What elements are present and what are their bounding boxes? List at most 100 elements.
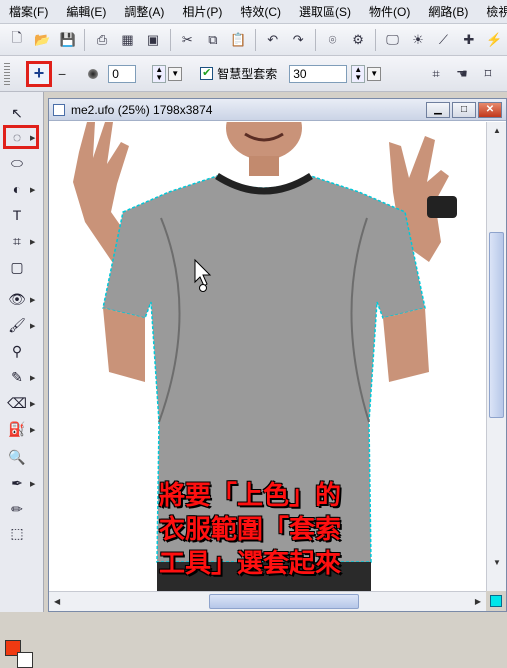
document-title-bar[interactable]: me2.ufo (25%) 1798x3874 ▁ □ ✕ xyxy=(49,99,506,121)
lasso-tool-icon[interactable]: ◌ xyxy=(6,126,28,148)
scan-icon[interactable]: ⎙ xyxy=(91,29,112,51)
smart-lasso-label: 智慧型套索 xyxy=(217,67,278,81)
menu-web[interactable]: 網路(B) xyxy=(419,3,477,20)
scroll-left-icon[interactable]: ◀ xyxy=(54,597,60,606)
document-icon xyxy=(53,103,65,116)
redo-icon[interactable]: ↷ xyxy=(287,29,308,51)
scroll-down-icon[interactable]: ▼ xyxy=(493,558,501,567)
feather-spinner[interactable]: ▲ ▼ xyxy=(152,64,167,83)
menu-selection[interactable]: 選取區(S) xyxy=(290,3,360,20)
eyedropper-tool-arrow-icon[interactable]: ▶ xyxy=(30,480,35,488)
text-tool-icon[interactable]: T xyxy=(6,204,28,226)
tolerance-input[interactable]: 30 xyxy=(289,64,348,83)
close-button[interactable]: ✕ xyxy=(478,101,502,118)
feather-input[interactable]: 0 xyxy=(108,64,137,83)
annotation-line-1: 將要「上色」的 xyxy=(159,481,342,511)
subtract-selection-mode-button[interactable]: − xyxy=(58,66,66,82)
menu-photo[interactable]: 相片(P) xyxy=(173,3,231,20)
vertical-scrollbar[interactable]: ▲ ▼ xyxy=(486,122,506,591)
paste-icon[interactable]: 📋 xyxy=(228,29,249,51)
toolbar-divider xyxy=(169,28,171,51)
brightness-icon[interactable]: ☀ xyxy=(407,29,428,51)
eyedropper-tool-icon[interactable]: ✒ xyxy=(6,472,28,494)
background-color-swatch[interactable] xyxy=(17,652,33,668)
toolbar-grip[interactable] xyxy=(4,62,10,85)
document-window: me2.ufo (25%) 1798x3874 ▁ □ ✕ 將要「上色」的 衣服… xyxy=(48,98,507,612)
cut-icon[interactable]: ✂ xyxy=(177,29,198,51)
menu-effect[interactable]: 特效(C) xyxy=(231,3,290,20)
scroll-up-icon[interactable]: ▲ xyxy=(493,126,501,135)
path-tool-icon[interactable]: ⬚ xyxy=(6,522,28,544)
navigator-icon[interactable] xyxy=(490,595,502,607)
eye-tool-icon[interactable]: 👁 xyxy=(6,288,28,310)
left-arm-shape xyxy=(103,308,145,382)
pick-tool-icon[interactable]: ↖ xyxy=(6,102,28,124)
maximize-button[interactable]: □ xyxy=(452,101,476,118)
brush-tool-icon[interactable]: 🖌 xyxy=(6,314,28,336)
enhance-icon[interactable]: ✚ xyxy=(458,29,479,51)
neck-shape xyxy=(249,156,279,176)
ellipse-tool-arrow-icon[interactable]: ▶ xyxy=(30,186,35,194)
paint-tool-icon[interactable]: ✎ xyxy=(6,366,28,388)
crop-tool-icon[interactable]: ⌗ xyxy=(6,230,28,252)
copy-icon[interactable]: ⧉ xyxy=(202,29,223,51)
zoom-tool-icon[interactable]: 🔍 xyxy=(6,446,28,468)
curve-icon[interactable]: ⟋ xyxy=(433,29,454,51)
watch-shape xyxy=(427,196,457,218)
menu-file[interactable]: 檔案(F) xyxy=(0,3,57,20)
settings-icon[interactable]: ⚙ xyxy=(347,29,368,51)
fill-tool-arrow-icon[interactable]: ▶ xyxy=(30,426,35,434)
stamp-tool-icon[interactable]: ⚲ xyxy=(6,340,28,362)
wand-icon[interactable]: ⚡ xyxy=(484,29,505,51)
eye-tool-arrow-icon[interactable]: ▶ xyxy=(30,296,35,304)
standard-toolbar: 🗋 📂 💾 ⎙ ▦ ▣ ✂ ⧉ 📋 ↶ ↷ ⌾ ⚙ 🖵 ☀ ⟋ ✚ ⚡ xyxy=(0,24,507,56)
tolerance-dropdown-icon[interactable]: ▼ xyxy=(367,66,382,81)
horizontal-scrollbar[interactable]: ◀ ▶ xyxy=(49,591,486,611)
transform-tool-icon[interactable]: ▢ xyxy=(6,256,28,278)
pen-tool-icon[interactable]: ✏ xyxy=(6,498,28,520)
toolbar-divider xyxy=(314,28,316,51)
add-selection-mode-button[interactable]: + xyxy=(26,60,52,87)
lasso-option-icon[interactable]: ⌗ xyxy=(425,63,447,85)
right-arm-shape xyxy=(383,308,429,382)
crop-option-icon[interactable]: ⌑ xyxy=(477,63,499,85)
annotation-line-2: 衣服範圍「套索 xyxy=(159,515,342,545)
crop-tool-arrow-icon[interactable]: ▶ xyxy=(30,238,35,246)
ellipse-tool-icon[interactable]: ◐ xyxy=(6,178,28,200)
window-controls: ▁ □ ✕ xyxy=(424,101,506,118)
vertical-scroll-thumb[interactable] xyxy=(489,232,504,418)
save-icon[interactable]: 💾 xyxy=(57,29,78,51)
open-folder-icon[interactable]: 📂 xyxy=(31,29,52,51)
menu-view[interactable]: 檢視(V) xyxy=(477,3,507,20)
menu-edit[interactable]: 編輯(E) xyxy=(57,3,115,20)
image-canvas[interactable]: 將要「上色」的 衣服範圍「套索 工具」選套起來 xyxy=(49,122,486,591)
smart-lasso-checkbox[interactable]: ✔ xyxy=(200,67,214,80)
instruction-annotation: 將要「上色」的 衣服範圍「套索 工具」選套起來 xyxy=(159,479,341,581)
scroll-right-icon[interactable]: ▶ xyxy=(475,597,481,606)
tolerance-spinner[interactable]: ▲ ▼ xyxy=(351,64,366,83)
fill-tool-icon[interactable]: ⛽ xyxy=(6,418,28,440)
paint-tool-arrow-icon[interactable]: ▶ xyxy=(30,374,35,382)
hand-option-icon[interactable]: ☚ xyxy=(451,63,473,85)
brush-tool-arrow-icon[interactable]: ▶ xyxy=(30,322,35,330)
eraser-tool-icon[interactable]: ⌫ xyxy=(6,392,28,414)
menu-adjust[interactable]: 調整(A) xyxy=(115,3,173,20)
menu-object[interactable]: 物件(O) xyxy=(360,3,419,20)
new-file-icon[interactable]: 🗋 xyxy=(6,29,27,51)
minimize-button[interactable]: ▁ xyxy=(426,101,450,118)
monitor-icon[interactable]: 🖵 xyxy=(382,29,403,51)
camera-icon[interactable]: ⌾ xyxy=(322,29,343,51)
eraser-tool-arrow-icon[interactable]: ▶ xyxy=(30,400,35,408)
toolbar-divider xyxy=(84,28,86,51)
browse-icon[interactable]: ▦ xyxy=(117,29,138,51)
attribute-toolbar: + − 0 ▲ ▼ ▼ ✔ 智慧型套索 30 ▲ ▼ ▼ ⌗ ☚ ⌑ xyxy=(0,56,507,92)
feather-dropdown-icon[interactable]: ▼ xyxy=(168,66,183,81)
undo-icon[interactable]: ↶ xyxy=(262,29,283,51)
photo-icon[interactable]: ▣ xyxy=(142,29,163,51)
lasso-tool-arrow-icon[interactable]: ▶ xyxy=(30,134,35,142)
feather-icon xyxy=(88,68,99,79)
shape-tool-icon[interactable]: ⬭ xyxy=(6,152,28,174)
menu-bar: 檔案(F) 編輯(E) 調整(A) 相片(P) 特效(C) 選取區(S) 物件(… xyxy=(0,0,507,24)
horizontal-scroll-thumb[interactable] xyxy=(209,594,359,609)
selection-options: ⌗ ☚ ⌑ xyxy=(423,63,507,85)
